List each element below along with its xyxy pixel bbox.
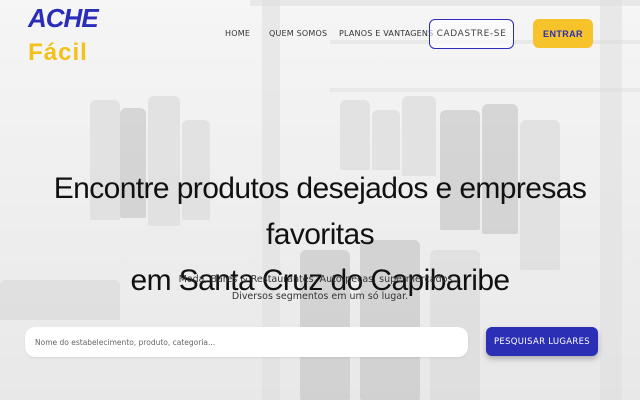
hero-headline-line1: Encontre produtos desejados e empresas f…	[53, 172, 587, 251]
signup-button[interactable]: CADASTRE-SE	[429, 19, 514, 49]
hero-subline-line2: Diversos segmentos em um só lugar.	[231, 291, 409, 302]
hero-subline-line1: Moda, Bares & Restaurantes, Auto-peças, …	[178, 274, 462, 285]
logo-text-top: ACHE	[28, 3, 99, 33]
nav-quem-somos[interactable]: QUEM SOMOS	[269, 26, 327, 42]
logo-text-bottom: Fácil	[28, 39, 88, 66]
logo[interactable]: ACHE Fácil	[28, 2, 99, 74]
nav-home[interactable]: HOME	[225, 26, 250, 42]
login-button[interactable]: ENTRAR	[533, 19, 593, 48]
nav-planos-e-vantagens[interactable]: PLANOS E VANTAGENS	[339, 26, 433, 42]
search-input[interactable]	[25, 327, 468, 357]
search-button[interactable]: PESQUISAR LUGARES	[486, 327, 598, 356]
